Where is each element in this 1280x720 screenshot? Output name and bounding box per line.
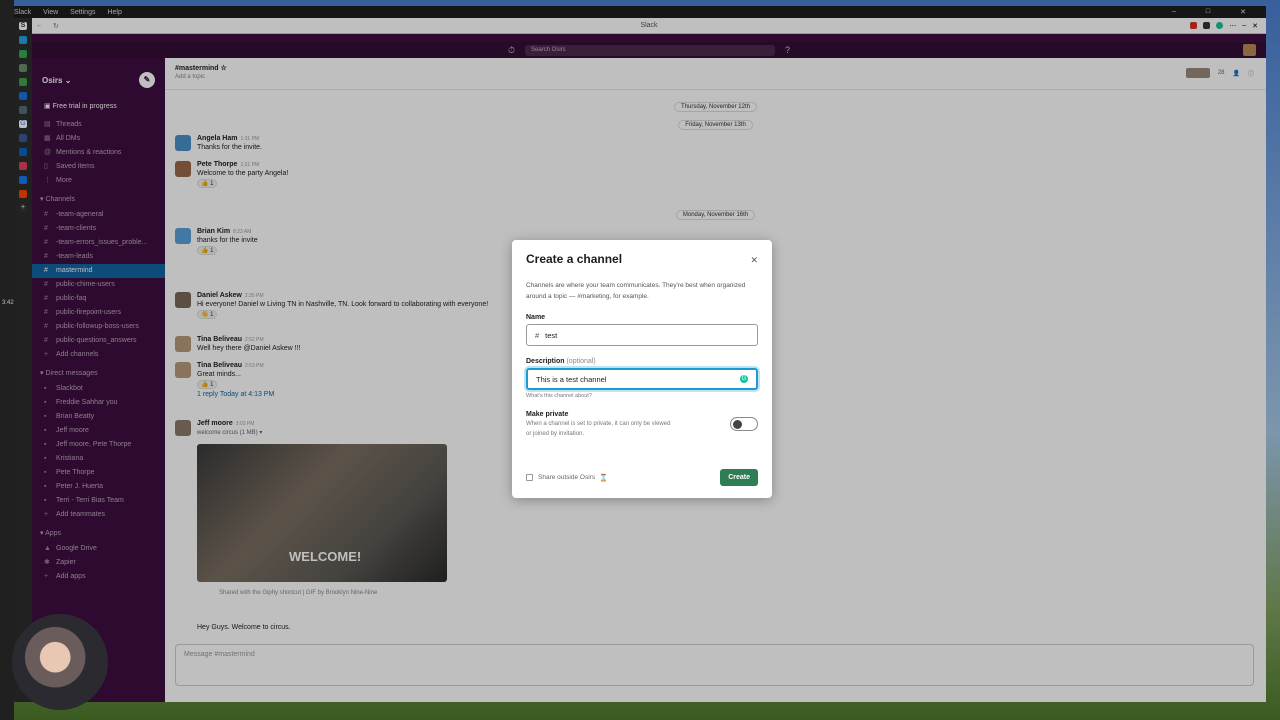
optional-hint: (optional) [566,358,596,365]
create-button[interactable]: Create [720,469,758,486]
description-label-text: Description [526,358,565,365]
close-icon[interactable]: ✕ [750,255,758,266]
dialog-footer: Share outside Osirs ⌛ Create [526,469,758,486]
dialog-title: Create a channel [526,252,623,266]
channel-name-value: test [545,330,558,340]
hash-icon: # [535,330,540,340]
share-outside-label[interactable]: Share outside Osirs [538,474,595,481]
description-field[interactable]: This is a test channel G [526,368,758,390]
make-private-row: Make private When a channel is set to pr… [526,411,758,439]
create-channel-dialog: Create a channel ✕ Channels are where yo… [512,240,772,498]
channel-name-field[interactable]: # test [526,324,758,346]
make-private-toggle[interactable] [730,417,758,431]
name-label: Name [526,314,546,321]
dialog-intro: Channels are where your team communicate… [526,282,746,300]
description-value: This is a test channel [536,374,607,384]
make-private-description: When a channel is set to private, it can… [526,421,671,437]
make-private-title: Make private [526,411,569,418]
description-label: Description (optional) [526,358,758,365]
share-outside-checkbox[interactable] [526,474,533,481]
toggle-knob [733,420,742,429]
hourglass-icon: ⌛ [599,474,608,482]
webcam-overlay [12,614,108,710]
description-hint: What's this channel about? [526,393,592,399]
grammarly-icon[interactable]: G [740,375,748,383]
